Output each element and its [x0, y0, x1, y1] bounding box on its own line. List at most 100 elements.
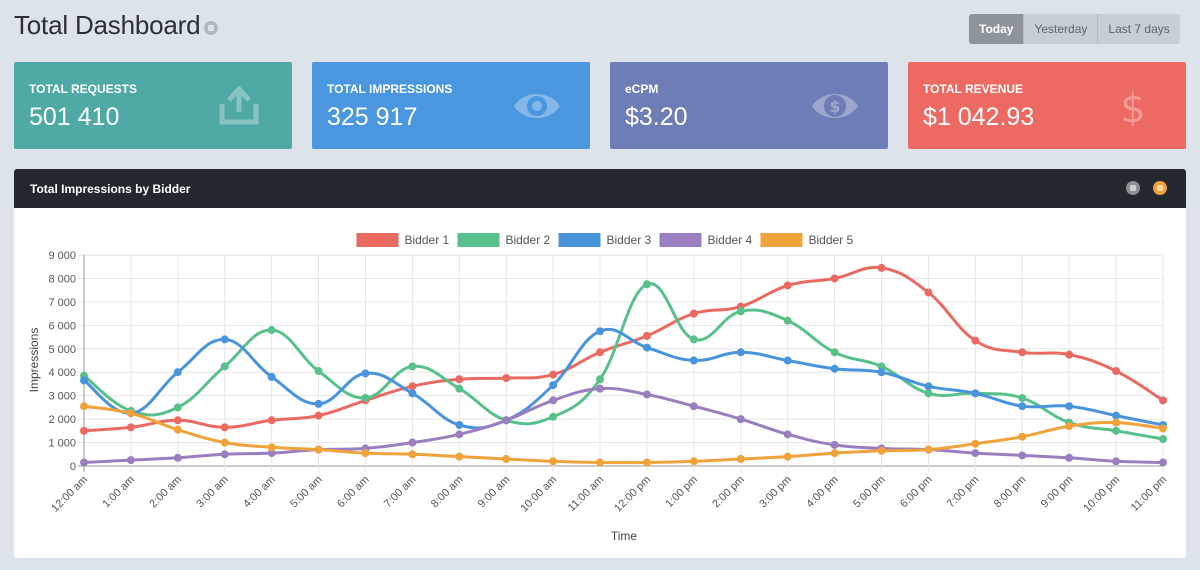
legend-label-bidder-5: Bidder 5 — [809, 233, 854, 247]
data-point-bidder-4 — [220, 450, 229, 459]
data-point-bidder-1 — [314, 411, 323, 420]
data-point-bidder-2 — [830, 348, 839, 357]
data-point-bidder-2 — [220, 362, 229, 371]
data-point-bidder-1 — [549, 370, 558, 379]
y-tick-label: 5 000 — [48, 344, 76, 356]
stat-card-ecpm: eCPM $3.20 $ — [610, 62, 888, 149]
dollar-icon: $ — [1120, 86, 1145, 126]
data-point-bidder-3 — [361, 369, 370, 378]
data-point-bidder-1 — [783, 281, 792, 290]
data-point-bidder-2 — [783, 316, 792, 325]
data-point-bidder-5 — [455, 452, 464, 461]
stat-label: TOTAL IMPRESSIONS — [327, 82, 453, 96]
data-point-bidder-2 — [455, 384, 464, 393]
panel-close-button[interactable] — [1153, 181, 1167, 195]
data-point-bidder-1 — [642, 331, 651, 340]
svg-text:$: $ — [1120, 86, 1145, 126]
x-tick-label: 7:00 pm — [945, 474, 982, 511]
x-tick-label: 6:00 pm — [898, 474, 935, 511]
legend-label-bidder-4: Bidder 4 — [708, 233, 753, 247]
data-point-bidder-3 — [783, 356, 792, 365]
data-point-bidder-2 — [596, 375, 605, 384]
data-point-bidder-5 — [173, 425, 182, 434]
info-icon[interactable] — [204, 20, 219, 35]
y-tick-label: 9 000 — [48, 250, 76, 262]
data-point-bidder-5 — [1112, 418, 1121, 427]
data-point-bidder-5 — [830, 449, 839, 458]
data-point-bidder-2 — [689, 335, 698, 344]
data-point-bidder-4 — [502, 416, 511, 425]
panel-minimize-button[interactable] — [1126, 181, 1140, 195]
data-point-bidder-3 — [173, 368, 182, 377]
data-point-bidder-1 — [689, 309, 698, 318]
x-tick-label: 10:00 am — [518, 474, 559, 515]
range-last7-button[interactable]: Last 7 days — [1097, 14, 1180, 44]
legend-swatch-bidder-3 — [558, 233, 601, 247]
legend-swatch-bidder-1 — [356, 233, 399, 247]
x-tick-label: 9:00 pm — [1039, 474, 1076, 511]
data-point-bidder-2 — [361, 394, 370, 403]
data-point-bidder-4 — [1065, 453, 1074, 462]
data-point-bidder-4 — [689, 402, 698, 411]
data-point-bidder-4 — [1018, 451, 1027, 460]
data-point-bidder-1 — [1065, 350, 1074, 359]
legend-swatch-bidder-5 — [760, 233, 803, 247]
data-point-bidder-3 — [1112, 411, 1121, 420]
y-tick-label: 7 000 — [48, 297, 76, 309]
data-point-bidder-3 — [924, 382, 933, 391]
stat-label: TOTAL REVENUE — [923, 82, 1024, 96]
series-line-bidder-2 — [83, 282, 1164, 441]
range-today-button[interactable]: Today — [969, 14, 1024, 44]
y-tick-label: 2 000 — [48, 414, 76, 426]
data-point-bidder-3 — [1065, 402, 1074, 411]
stat-card-revenue: TOTAL REVENUE $1 042.93 $ — [908, 62, 1186, 149]
data-point-bidder-5 — [549, 457, 558, 466]
data-point-bidder-3 — [830, 364, 839, 373]
data-point-bidder-5 — [502, 454, 511, 463]
data-point-bidder-2 — [408, 362, 417, 371]
data-point-bidder-1 — [173, 416, 182, 425]
x-tick-label: 4:00 am — [241, 474, 278, 511]
x-tick-label: 1:00 pm — [663, 474, 700, 511]
data-point-bidder-5 — [1018, 432, 1027, 441]
data-point-bidder-3 — [689, 356, 698, 365]
data-point-bidder-2 — [173, 403, 182, 412]
x-tick-label: 8:00 am — [429, 474, 466, 511]
stat-label: TOTAL REQUESTS — [29, 82, 138, 96]
data-point-bidder-3 — [1018, 402, 1027, 411]
stat-value: $1 042.93 — [923, 103, 1035, 131]
x-tick-label: 11:00 pm — [1129, 474, 1169, 514]
data-point-bidder-1 — [924, 288, 933, 297]
stat-value: 325 917 — [327, 103, 418, 131]
eye-dollar-icon: $ — [812, 94, 858, 118]
stats-row: TOTAL REQUESTS 501 410 TOTAL IMPRESSIONS… — [14, 62, 1186, 149]
data-point-bidder-2 — [924, 389, 933, 398]
svg-text:$: $ — [829, 97, 840, 116]
upload-icon — [219, 86, 259, 125]
data-point-bidder-1 — [1112, 367, 1121, 376]
data-point-bidder-2 — [642, 280, 651, 289]
stat-label: eCPM — [625, 82, 659, 96]
x-tick-label: 2:00 am — [147, 474, 184, 511]
data-point-bidder-3 — [642, 343, 651, 352]
x-tick-label: 5:00 am — [288, 474, 325, 511]
data-point-bidder-1 — [126, 423, 135, 432]
x-tick-label: 11:00 am — [566, 474, 606, 514]
data-point-bidder-5 — [783, 452, 792, 461]
legend-label-bidder-1: Bidder 1 — [405, 233, 450, 247]
data-point-bidder-3 — [455, 420, 464, 429]
range-yesterday-button[interactable]: Yesterday — [1023, 14, 1098, 44]
data-point-bidder-2 — [1018, 394, 1027, 403]
data-point-bidder-3 — [877, 368, 886, 377]
x-tick-label: 12:00 pm — [612, 474, 653, 515]
data-point-bidder-3 — [408, 389, 417, 398]
x-tick-label: 12:00 am — [49, 474, 90, 515]
data-point-bidder-3 — [80, 376, 88, 385]
data-point-bidder-4 — [736, 415, 745, 424]
panel-title: Total Impressions by Bidder — [30, 181, 191, 196]
data-point-bidder-5 — [80, 402, 88, 411]
data-point-bidder-5 — [220, 438, 229, 447]
x-tick-label: 6:00 am — [335, 474, 372, 511]
x-tick-label: 3:00 am — [194, 474, 231, 511]
data-point-bidder-5 — [1159, 424, 1167, 433]
